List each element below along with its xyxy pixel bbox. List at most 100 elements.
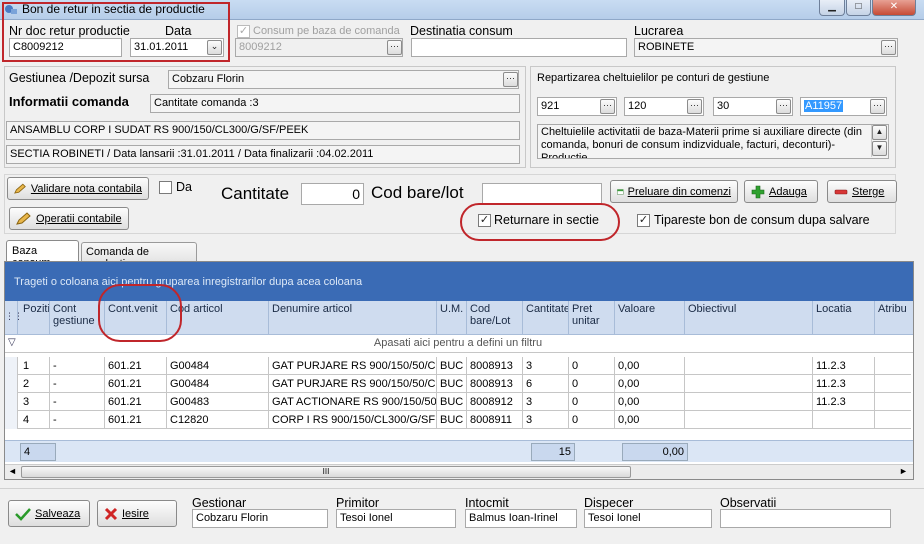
column-header-cont-venit[interactable]: Cont.venit — [105, 301, 167, 335]
cell-um[interactable]: BUC — [437, 375, 467, 393]
cell-cod-articol[interactable]: G00484 — [167, 357, 269, 375]
table-row[interactable]: 1-601.21 G00484 GAT PURJARE RS 900/150/50/… — [5, 357, 911, 375]
row-selector[interactable] — [5, 357, 18, 375]
column-header-pozitia[interactable]: Pozitia — [20, 301, 50, 335]
scroll-thumb[interactable]: III — [21, 466, 631, 478]
cell-cod-articol[interactable]: G00483 — [167, 393, 269, 411]
cell-cantitate[interactable]: 3 — [523, 393, 569, 411]
cell-atribute[interactable] — [875, 411, 913, 429]
cell-valoare[interactable]: 0,00 — [615, 375, 685, 393]
cell-atribute[interactable] — [875, 393, 913, 411]
cell-cont-venit[interactable]: 601.21 — [105, 411, 167, 429]
cell-cantitate[interactable]: 6 — [523, 375, 569, 393]
maximize-button[interactable]: □ — [846, 0, 871, 16]
cell-valoare[interactable]: 0,00 — [615, 357, 685, 375]
column-header-cod-articol[interactable]: Cod articol — [167, 301, 269, 335]
salveaza-button[interactable]: Salveaza — [8, 500, 90, 527]
date-dropdown-button[interactable]: ⌄ — [207, 40, 222, 55]
row-selector[interactable] — [5, 375, 18, 393]
cell-obiectivul[interactable] — [685, 393, 813, 411]
cell-pret-unitar[interactable]: 0 — [569, 357, 615, 375]
preluare-button[interactable]: Preluare din comenzi — [610, 180, 738, 203]
table-row[interactable]: 4-601.21 C12820 CORP I RS 900/150/CL300/G/… — [5, 411, 911, 429]
cell-pozitia[interactable]: 1 — [20, 357, 50, 375]
cell-cod-bare-lot[interactable]: 8008912 — [467, 393, 523, 411]
cell-cont-venit[interactable]: 601.21 — [105, 393, 167, 411]
primitor-field[interactable]: Tesoi Ionel — [336, 509, 456, 528]
cell-atribute[interactable] — [875, 375, 913, 393]
column-header-obiectivul[interactable]: Obiectivul — [685, 301, 813, 335]
filter-row[interactable]: ▽ Apasati aici pentru a defini un filtru — [5, 335, 913, 353]
column-chooser-icon[interactable]: ⋮⋮ — [5, 301, 23, 335]
lucrarea-browse-button[interactable]: ··· — [881, 40, 896, 55]
cell-valoare[interactable]: 0,00 — [615, 411, 685, 429]
cell-cod-articol[interactable]: G00484 — [167, 375, 269, 393]
column-header-um[interactable]: U.M. — [437, 301, 467, 335]
scroll-left-icon[interactable]: ◄ — [8, 466, 17, 476]
dispecer-field[interactable]: Tesoi Ionel — [584, 509, 712, 528]
cell-pozitia[interactable]: 3 — [20, 393, 50, 411]
description-scrollbar[interactable]: ▲ ▼ — [871, 125, 887, 157]
intocmit-field[interactable]: Balmus Ioan-Irinel — [465, 509, 577, 528]
cell-cod-bare-lot[interactable]: 8008913 — [467, 357, 523, 375]
cell-cont-gestiune[interactable]: - — [50, 393, 105, 411]
cell-cont-gestiune[interactable]: - — [50, 357, 105, 375]
cell-cod-bare-lot[interactable]: 8008913 — [467, 375, 523, 393]
cod-bare-field[interactable] — [482, 183, 602, 205]
cantitate-field[interactable]: 0 — [301, 183, 364, 205]
cell-locatia[interactable]: 11.2.3 — [813, 393, 875, 411]
cell-obiectivul[interactable] — [685, 411, 813, 429]
consum-browse-button[interactable]: ··· — [387, 40, 402, 55]
cell-um[interactable]: BUC — [437, 393, 467, 411]
iesire-button[interactable]: Iesire — [97, 500, 177, 527]
cell-cod-bare-lot[interactable]: 8008911 — [467, 411, 523, 429]
cell-um[interactable]: BUC — [437, 357, 467, 375]
table-row[interactable]: 3-601.21 G00483 GAT ACTIONARE RS 900/150/5… — [5, 393, 911, 411]
cell-denumire-articol[interactable]: CORP I RS 900/150/CL300/G/SF — [269, 411, 437, 429]
sterge-button[interactable]: Sterge — [827, 180, 897, 203]
account-1-browse-button[interactable]: ··· — [600, 99, 615, 114]
horizontal-scrollbar[interactable]: ◄ III ► — [5, 464, 913, 479]
cell-pret-unitar[interactable]: 0 — [569, 393, 615, 411]
cell-cantitate[interactable]: 3 — [523, 357, 569, 375]
consum-checkbox[interactable]: ✓ — [237, 25, 250, 38]
cell-um[interactable]: BUC — [437, 411, 467, 429]
table-row[interactable]: 2-601.21 G00484 GAT PURJARE RS 900/150/50/… — [5, 375, 911, 393]
scroll-down-icon[interactable]: ▼ — [872, 141, 887, 156]
cell-denumire-articol[interactable]: GAT ACTIONARE RS 900/150/50/ — [269, 393, 437, 411]
minimize-button[interactable]: ▁ — [819, 0, 845, 16]
tipareste-checkbox[interactable]: ✓ — [637, 214, 650, 227]
cell-valoare[interactable]: 0,00 — [615, 393, 685, 411]
column-header-locatia[interactable]: Locatia — [813, 301, 875, 335]
tab-comanda-productie[interactable]: Comanda de productie — [81, 242, 197, 270]
operatii-button[interactable]: Operatii contabile — [9, 207, 129, 230]
cell-cont-venit[interactable]: 601.21 — [105, 357, 167, 375]
cell-pozitia[interactable]: 2 — [20, 375, 50, 393]
column-header-cod-bare-lot[interactable]: Cod bare/Lot — [467, 301, 523, 335]
gestiune-field[interactable]: Cobzaru Florin — [168, 70, 519, 89]
account-3-browse-button[interactable]: ··· — [776, 99, 791, 114]
column-header-denumire-articol[interactable]: Denumire articol — [269, 301, 437, 335]
cell-locatia[interactable]: 11.2.3 — [813, 375, 875, 393]
cell-pret-unitar[interactable]: 0 — [569, 411, 615, 429]
adauga-button[interactable]: Adauga — [744, 180, 818, 203]
tab-baza-consum[interactable]: Baza consum — [6, 240, 79, 269]
account-4-browse-button[interactable]: ··· — [870, 99, 885, 114]
account-2-browse-button[interactable]: ··· — [687, 99, 702, 114]
row-selector[interactable] — [5, 393, 18, 411]
cell-denumire-articol[interactable]: GAT PURJARE RS 900/150/50/C — [269, 375, 437, 393]
close-button[interactable]: ✕ — [872, 0, 916, 16]
cell-cont-venit[interactable]: 601.21 — [105, 375, 167, 393]
cell-cod-articol[interactable]: C12820 — [167, 411, 269, 429]
gestionar-field[interactable]: Cobzaru Florin — [192, 509, 328, 528]
cell-atribute[interactable] — [875, 357, 913, 375]
column-header-pret-unitar[interactable]: Pret unitar — [569, 301, 615, 335]
doc-number-field[interactable]: C8009212 — [9, 38, 122, 57]
cell-obiectivul[interactable] — [685, 357, 813, 375]
cell-pret-unitar[interactable]: 0 — [569, 375, 615, 393]
column-header-cantitate[interactable]: Cantitate — [523, 301, 569, 335]
observatii-field[interactable] — [720, 509, 891, 528]
cell-locatia[interactable]: 11.2.3 — [813, 357, 875, 375]
cell-obiectivul[interactable] — [685, 375, 813, 393]
cell-cont-gestiune[interactable]: - — [50, 411, 105, 429]
